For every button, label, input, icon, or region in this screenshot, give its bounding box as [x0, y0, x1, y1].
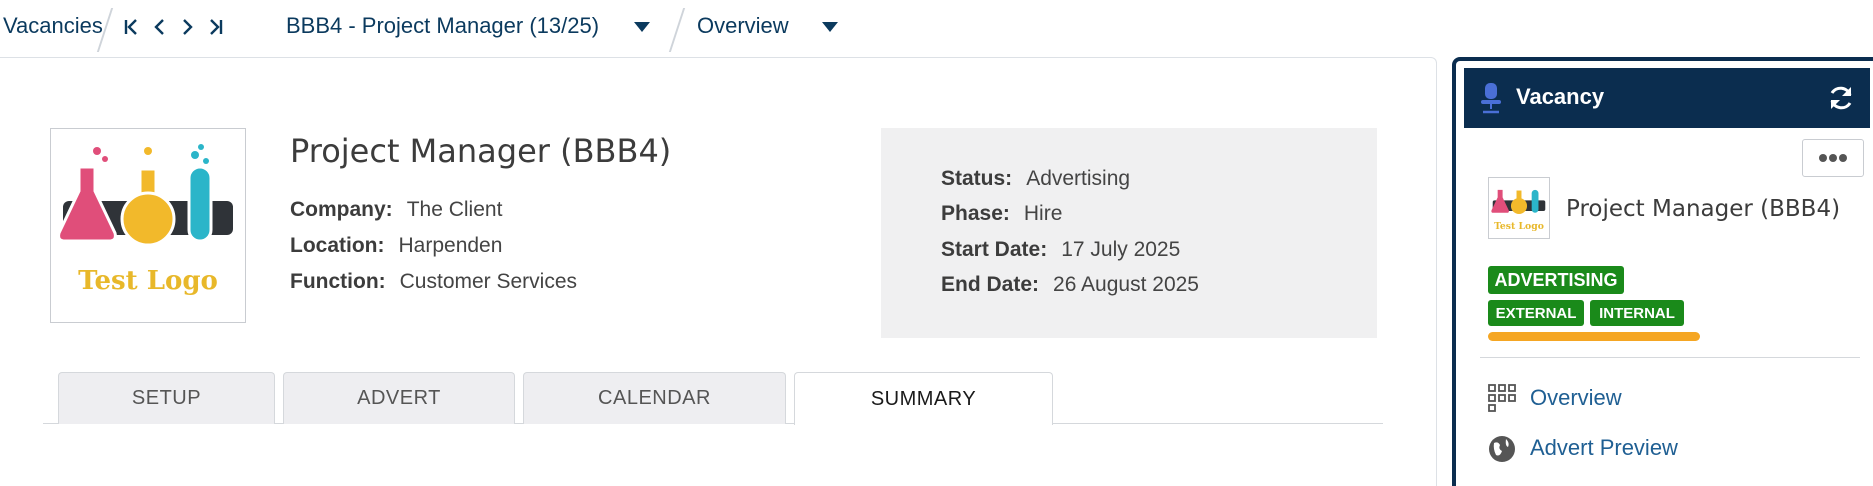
- function-label: Function:: [290, 270, 386, 293]
- tab-setup[interactable]: SETUP: [58, 372, 275, 424]
- company-label: Company:: [290, 198, 393, 221]
- last-page-icon[interactable]: [202, 12, 228, 42]
- grid-icon: [1488, 384, 1516, 412]
- first-page-icon[interactable]: [119, 12, 145, 42]
- function-row: Function: Customer Services: [290, 270, 577, 294]
- record-selector[interactable]: BBB4 - Project Manager (13/25): [286, 13, 599, 39]
- chevron-down-icon[interactable]: [634, 22, 650, 32]
- side-link-advert-preview[interactable]: Advert Preview: [1530, 435, 1678, 461]
- side-panel-logo: Test Logo: [1488, 177, 1550, 239]
- status-badge: ADVERTISING: [1488, 266, 1624, 294]
- status-label: Status:: [941, 167, 1013, 190]
- refresh-icon[interactable]: [1827, 84, 1855, 112]
- end-date-row: End Date: 26 August 2025: [941, 273, 1199, 297]
- side-panel-header: Vacancy: [1464, 68, 1870, 128]
- tag-badge-external: EXTERNAL: [1488, 300, 1584, 326]
- function-value: Customer Services: [399, 270, 578, 293]
- globe-icon: [1488, 435, 1516, 463]
- start-date-label: Start Date:: [941, 238, 1048, 261]
- phase-label: Phase:: [941, 202, 1010, 225]
- company-row: Company: The Client: [290, 198, 502, 222]
- page-title: Project Manager (BBB4): [290, 132, 672, 170]
- tab-advert[interactable]: ADVERT: [283, 372, 515, 424]
- view-selector[interactable]: Overview: [697, 13, 789, 39]
- end-date-label: End Date:: [941, 273, 1040, 296]
- status-value: Advertising: [1026, 167, 1131, 190]
- prev-icon[interactable]: [147, 12, 173, 42]
- location-label: Location:: [290, 234, 385, 257]
- chevron-down-icon[interactable]: [822, 22, 838, 32]
- start-date-value: 17 July 2025: [1061, 238, 1181, 261]
- side-panel-job-title: Project Manager (BBB4): [1566, 196, 1841, 222]
- tab-calendar[interactable]: CALENDAR: [523, 372, 786, 424]
- phase-value: Hire: [1023, 202, 1063, 225]
- side-panel-divider: [1480, 357, 1860, 358]
- tag-badge-internal: INTERNAL: [1590, 300, 1684, 326]
- logo-text: Test Logo: [78, 266, 218, 296]
- more-dots-icon: [1819, 154, 1847, 162]
- side-panel-title: Vacancy: [1516, 84, 1605, 109]
- vacancy-side-panel: Vacancy Test Logo Project Manager (BBB4)…: [1452, 57, 1873, 486]
- location-row: Location: Harpenden: [290, 234, 502, 258]
- office-chair-icon: [1479, 82, 1503, 114]
- location-value: Harpenden: [398, 234, 503, 257]
- side-link-overview[interactable]: Overview: [1530, 385, 1622, 411]
- next-icon[interactable]: [174, 12, 200, 42]
- status-row: Status: Advertising: [941, 167, 1130, 191]
- status-box: Status: Advertising Phase: Hire Start Date…: [881, 128, 1377, 338]
- phase-row: Phase: Hire: [941, 202, 1062, 226]
- breadcrumb-bar: Vacancies BBB4 - Project Manager (13/25)…: [0, 0, 1873, 56]
- end-date-value: 26 August 2025: [1053, 273, 1199, 296]
- tab-summary[interactable]: SUMMARY: [794, 372, 1053, 425]
- side-panel-logo-text: Test Logo: [1494, 221, 1544, 232]
- company-logo: Test Logo: [50, 128, 246, 323]
- breadcrumb-separator: [668, 8, 686, 52]
- start-date-row: Start Date: 17 July 2025: [941, 238, 1180, 262]
- more-options-button[interactable]: [1802, 139, 1864, 177]
- progress-bar: [1488, 332, 1700, 341]
- breadcrumb-vacancies-link[interactable]: Vacancies: [3, 13, 103, 39]
- company-value: The Client: [406, 198, 503, 221]
